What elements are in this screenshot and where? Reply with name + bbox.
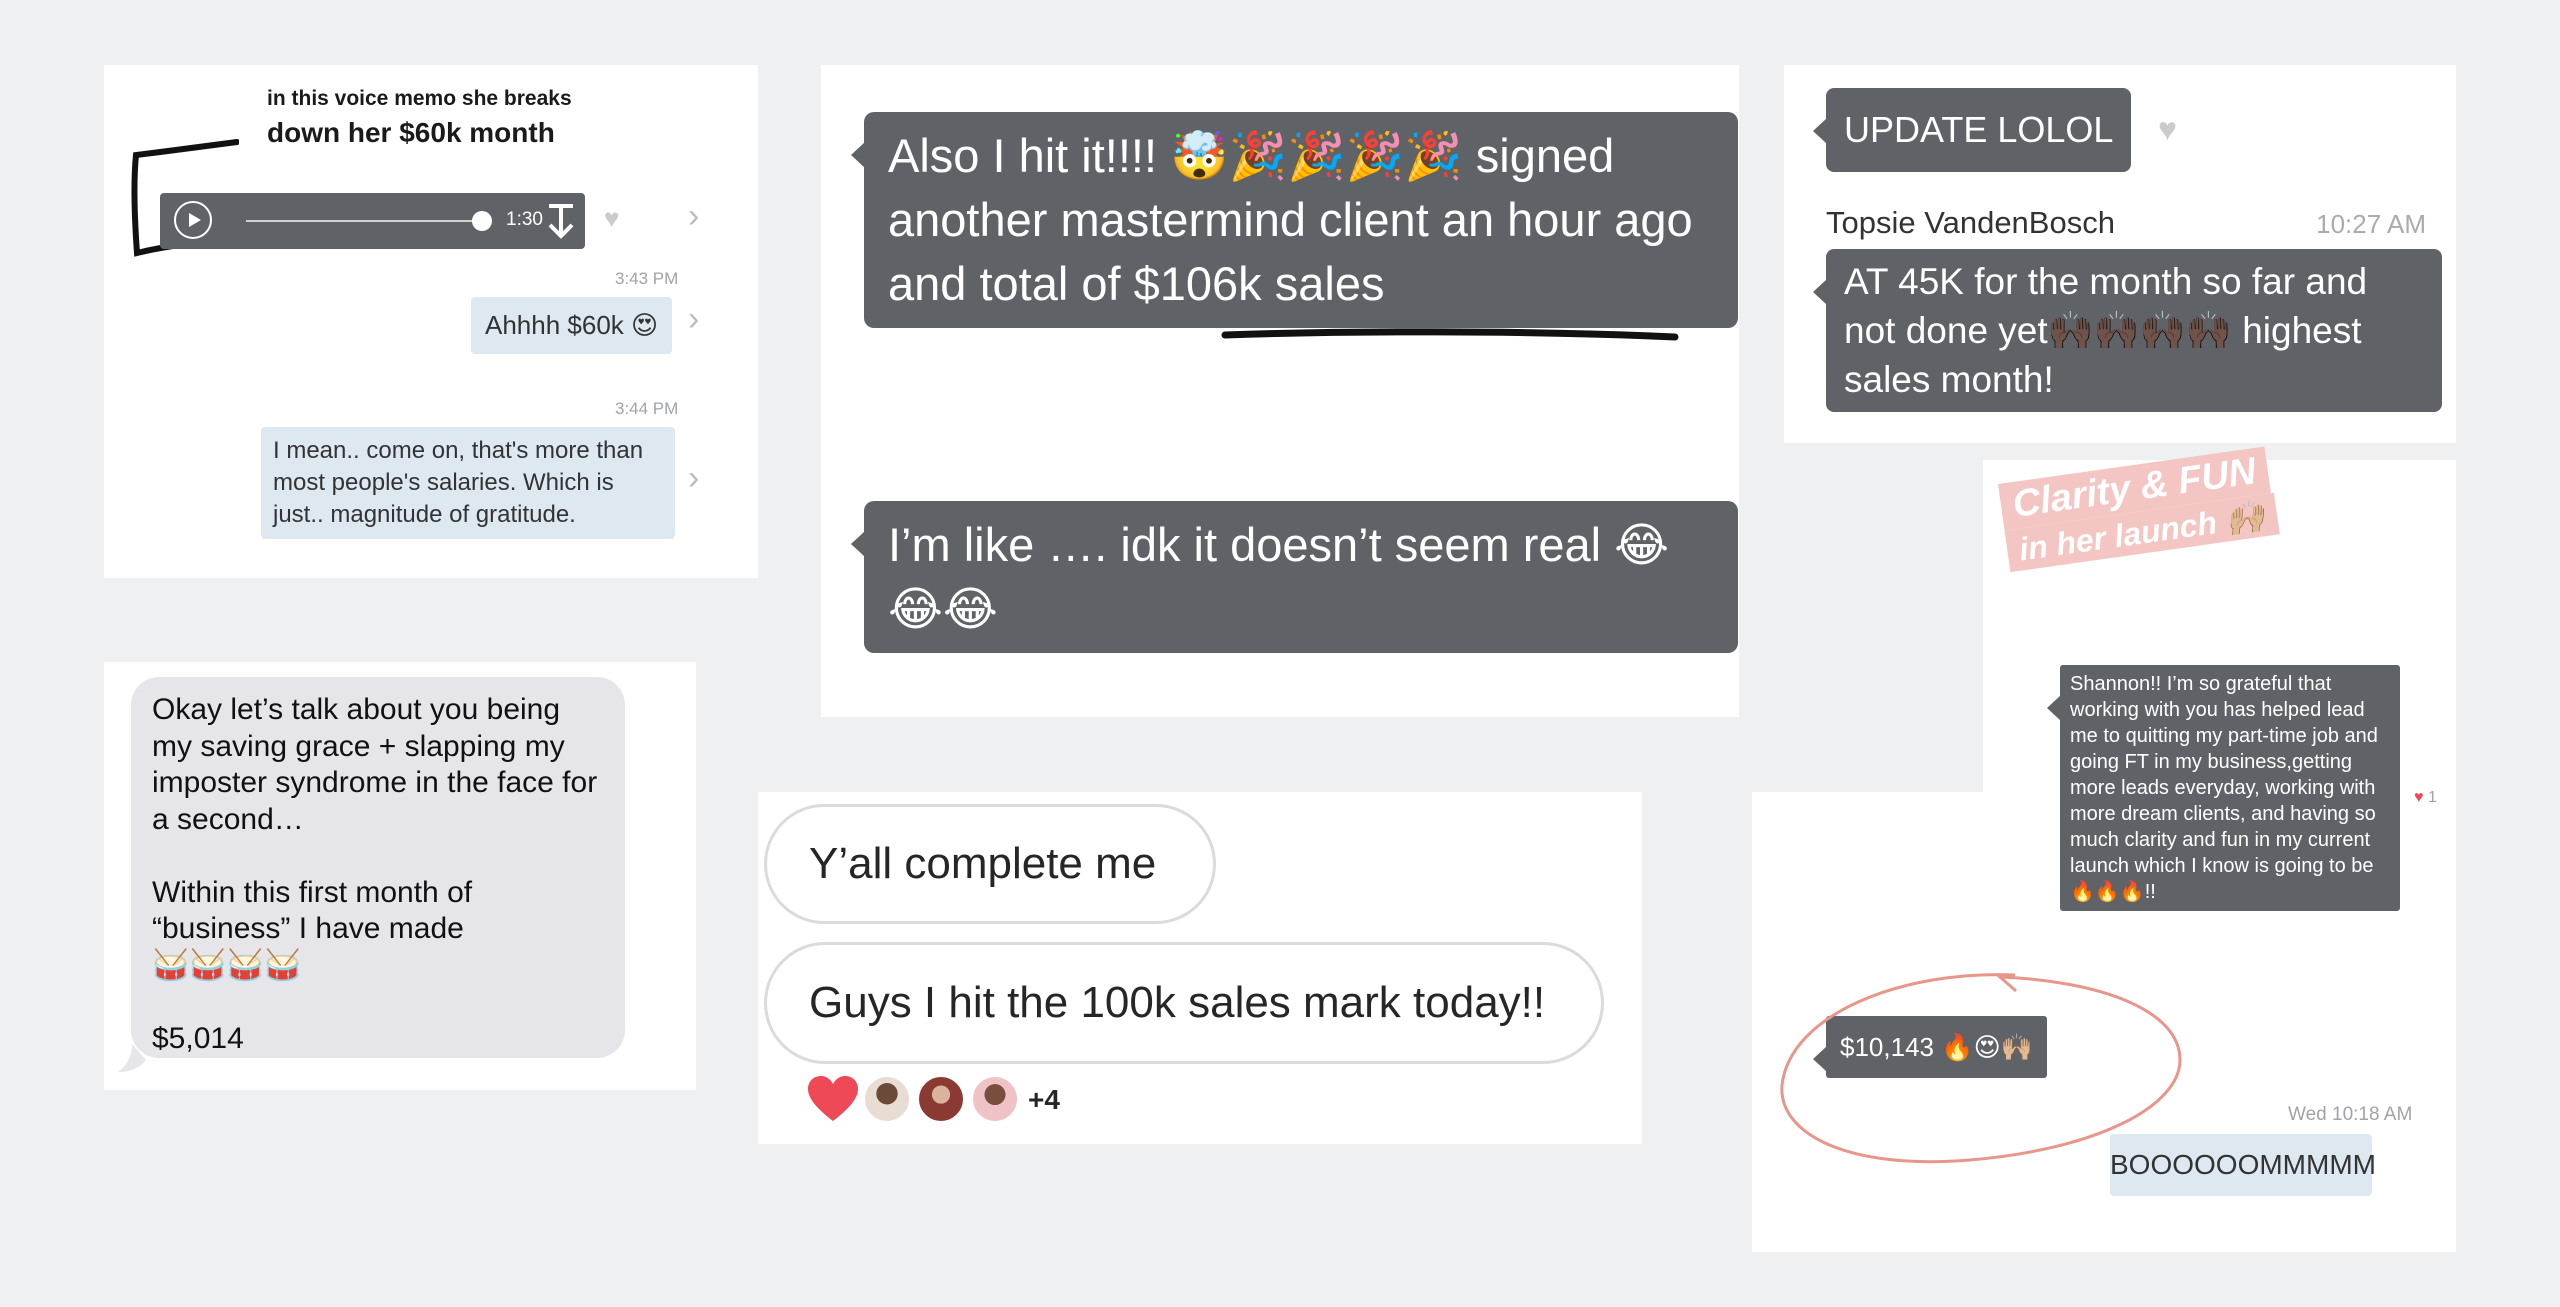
voice-progress-knob[interactable] <box>472 211 492 231</box>
imposter-card: Okay let’s talk about you being my savin… <box>104 662 696 1090</box>
voice-forward-chevron-icon[interactable]: › <box>688 199 699 233</box>
avatar-3[interactable] <box>970 1074 1020 1124</box>
voice-memo-card: in this voice memo she breaks down her $… <box>104 65 758 578</box>
message-bubble-update: UPDATE LOLOL <box>1812 88 2132 172</box>
message-pill-100k: Guys I hit the 100k sales mark today!! <box>764 942 1604 1064</box>
sender-name: Topsie VandenBosch <box>1826 205 2115 240</box>
avatar-2[interactable] <box>916 1074 966 1124</box>
voice-duration: 1:30 <box>506 209 543 230</box>
heart-icon: ♥ <box>2414 789 2424 806</box>
timestamp-2: 3:44 PM <box>615 399 679 418</box>
mastermind-card: Also I hit it!!!! 🤯🎉🎉🎉🎉 signed another m… <box>821 65 1739 717</box>
caption-line-2: down her $60k month <box>267 117 555 148</box>
bubble-tail <box>118 1044 146 1072</box>
play-button[interactable] <box>174 201 212 239</box>
voice-heart-icon[interactable]: ♥ <box>604 205 619 231</box>
instagram-dm-card: Y’all complete me Guys I hit the 100k sa… <box>758 792 1642 1144</box>
message-bubble-60k: Ahhhh $60k 😍 <box>471 297 673 354</box>
reactions-more-count[interactable]: +4 <box>1028 1084 1060 1116</box>
update-card: UPDATE LOLOL ♥ Topsie VandenBosch 10:27 … <box>1784 65 2456 443</box>
message-bubble-not-real: I’m like …. idk it doesn’t seem real 😂😂😂 <box>851 501 1738 653</box>
message-pill-complete-me: Y’all complete me <box>764 804 1216 924</box>
message-time: 10:27 AM <box>2316 209 2426 239</box>
underline-annotation <box>1221 328 1679 341</box>
avatar-1[interactable] <box>862 1074 912 1124</box>
timestamp-wed: Wed 10:18 AM <box>2288 1104 2413 1125</box>
grateful-heart-reaction[interactable]: ♥ 1 <box>2414 789 2437 807</box>
message-bubble-5014: Okay let’s talk about you being my savin… <box>131 677 625 1058</box>
timestamp-1: 3:43 PM <box>615 269 679 288</box>
voice-memo-player[interactable]: 1:30 <box>160 193 585 249</box>
heart-count: 1 <box>2427 789 2437 806</box>
play-icon <box>189 213 201 227</box>
forward-chevron-icon[interactable]: › <box>688 302 699 336</box>
speed-icon[interactable] <box>546 203 576 239</box>
caption-line-1: in this voice memo she breaks <box>267 87 572 110</box>
message-bubble-106k: Also I hit it!!!! 🤯🎉🎉🎉🎉 signed another m… <box>851 112 1738 328</box>
message-bubble-45k: AT 45K for the month so far and not done… <box>1813 249 2442 412</box>
voice-progress-track[interactable] <box>246 220 474 222</box>
update-heart-icon[interactable]: ♥ <box>2158 113 2177 145</box>
message-bubble-grateful: Shannon!! I’m so grateful that working w… <box>2047 665 2400 911</box>
heart-reaction-icon[interactable] <box>806 1074 860 1124</box>
forward-chevron-icon-2[interactable]: › <box>688 461 699 495</box>
message-bubble-boom: BOOOOOOMMMMM <box>2110 1134 2376 1196</box>
message-bubble-salaries: I mean.. come on, that's more than most … <box>261 427 675 539</box>
